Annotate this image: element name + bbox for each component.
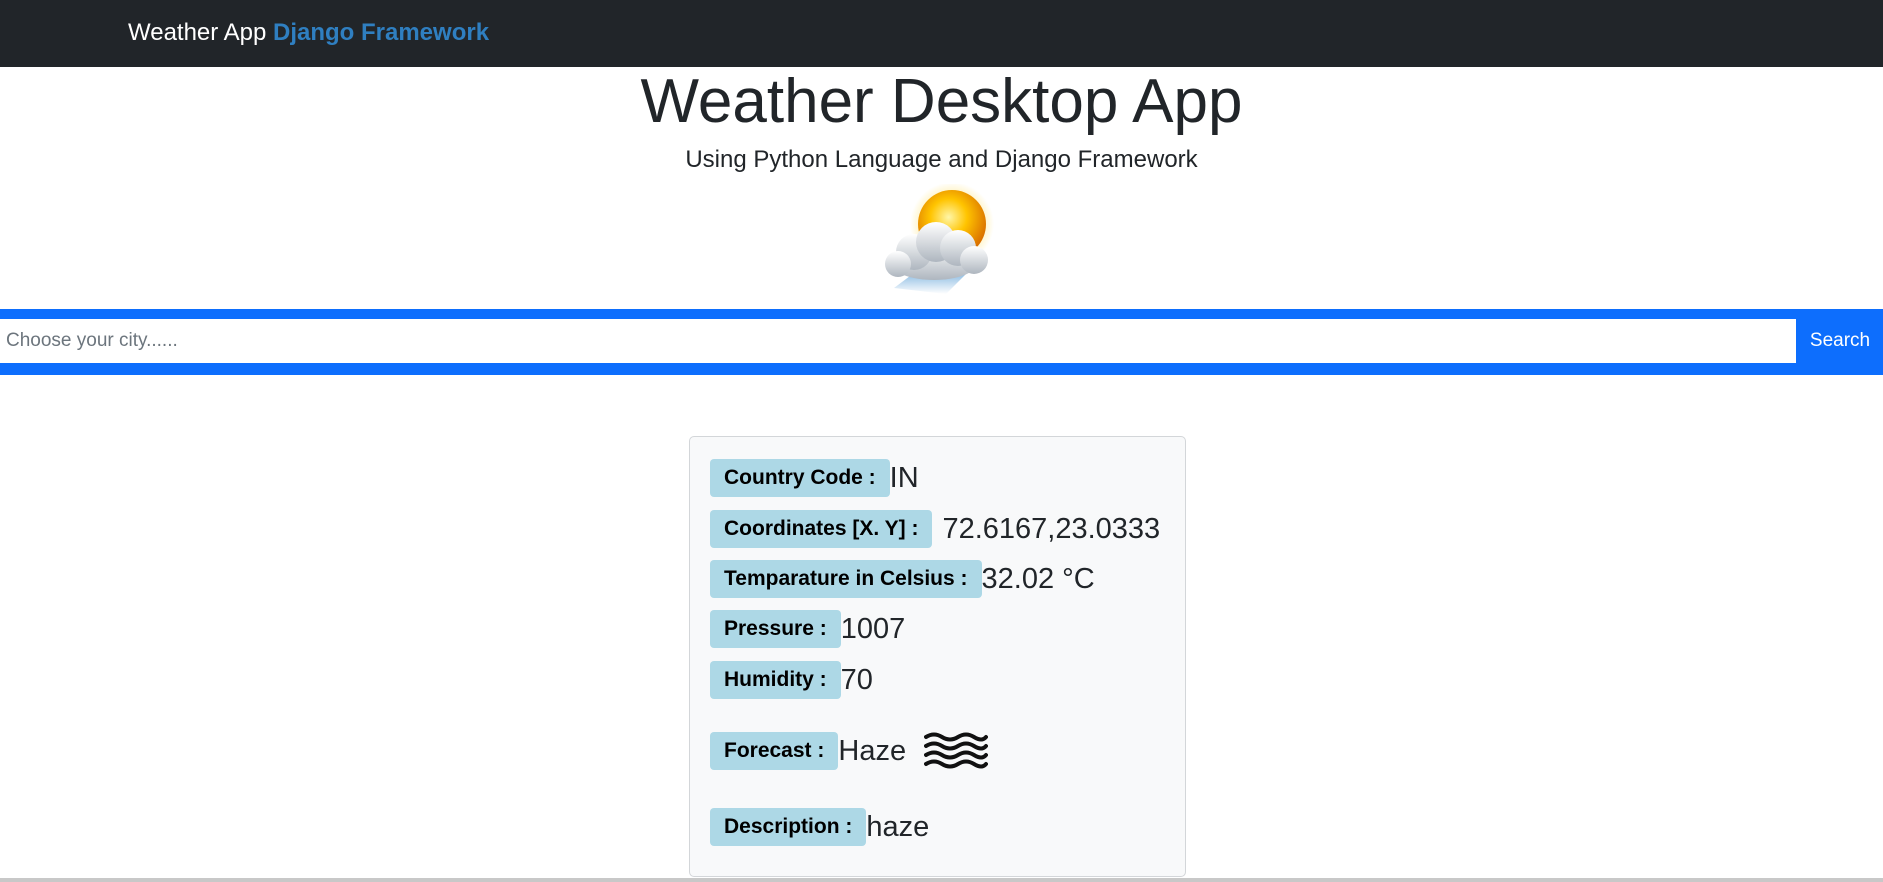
country-code-label: Country Code : [710, 459, 890, 497]
page-title: Weather Desktop App [640, 67, 1243, 136]
forecast-row: Forecast : Haze [710, 732, 989, 770]
search-button[interactable]: Search [1797, 319, 1883, 363]
weather-card: Country Code : IN Coordinates [X. Y] : 7… [689, 436, 1186, 877]
window-bottom-edge [0, 878, 1883, 882]
country-code-value: IN [889, 462, 919, 494]
navbar: Weather App Django Framework [0, 0, 1883, 67]
sun-behind-cloud-icon [885, 184, 994, 294]
brand-title: Weather App [128, 19, 267, 46]
coordinates-row: Coordinates [X. Y] : 72.6167,23.0333 [710, 510, 1160, 548]
humidity-label: Humidity : [710, 661, 841, 699]
forecast-label: Forecast : [710, 732, 839, 770]
description-label: Description : [710, 808, 867, 846]
city-search-input[interactable] [0, 319, 1796, 363]
page-subtitle: Using Python Language and Django Framewo… [685, 146, 1198, 173]
description-value: haze [866, 811, 930, 843]
description-row: Description : haze [710, 808, 929, 846]
temperature-row: Temparature in Celsius : 32.02 °C [710, 560, 1095, 598]
forecast-value: Haze [838, 735, 907, 767]
haze-icon [924, 732, 989, 769]
pressure-row: Pressure : 1007 [710, 610, 905, 648]
navbar-brand[interactable]: Weather App Django Framework [128, 17, 489, 49]
coordinates-value: 72.6167,23.0333 [942, 513, 1161, 545]
temperature-value: 32.02 °C [981, 563, 1095, 595]
search-bar: Search [0, 309, 1883, 375]
country-code-row: Country Code : IN [710, 459, 919, 497]
pressure-value: 1007 [840, 613, 906, 645]
humidity-value: 70 [840, 664, 873, 696]
pressure-label: Pressure : [710, 610, 841, 648]
coordinates-label: Coordinates [X. Y] : [710, 510, 933, 548]
brand-subtitle: Django Framework [273, 19, 490, 46]
humidity-row: Humidity : 70 [710, 661, 873, 699]
temperature-label: Temparature in Celsius : [710, 560, 982, 598]
